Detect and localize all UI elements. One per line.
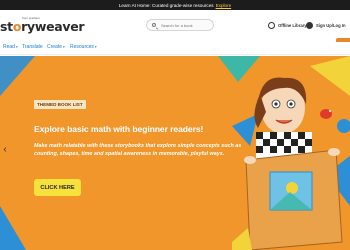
hero-title: Explore basic math with beginner readers… [34,124,204,134]
offline-library-label: Offline Library [278,22,307,28]
chevron-left-icon[interactable]: ‹ [1,144,9,156]
nav-item-resources[interactable]: Resources▾ [70,44,97,50]
site-header: from pratham storyweaver Offline Library… [0,10,350,42]
signup-login-link[interactable]: Sign Up/Log In [306,20,346,30]
chevron-down-icon: ▾ [94,45,97,49]
announcement-text: Learn At Home: Curated grade-wise resour… [118,2,214,8]
offline-library-link[interactable]: Offline Library [268,20,307,30]
storyweaver-logo[interactable]: from pratham storyweaver [0,16,85,38]
hero-banner: ‹ THEMED BOOK LIST Explore basic math wi… [0,56,350,250]
themed-book-list-badge: THEMED BOOK LIST [34,100,86,109]
nav-item-translate[interactable]: Translate [22,44,43,50]
main-nav: Read▾ Translate Create▾ Resources▾ [0,42,350,55]
announcement-bar: Learn At Home: Curated grade-wise resour… [0,0,350,10]
click-here-button[interactable]: CLICK HERE [34,179,81,196]
nav-item-create[interactable]: Create▾ [47,44,65,50]
chevron-down-icon: ▾ [63,45,65,49]
search-input[interactable] [161,22,211,29]
hero-description: Make math relatable with these storybook… [34,143,242,157]
chevron-down-icon: ▾ [15,45,18,49]
logo-wordmark: storyweaver [0,19,85,34]
search-icon[interactable] [152,23,156,27]
nav-item-read[interactable]: Read▾ [3,44,18,50]
user-icon [306,21,313,29]
offline-library-icon [268,21,275,29]
announcement-link[interactable]: Explore [216,3,232,8]
search-box[interactable] [146,19,214,31]
signup-login-label: Sign Up/Log In [316,22,346,28]
